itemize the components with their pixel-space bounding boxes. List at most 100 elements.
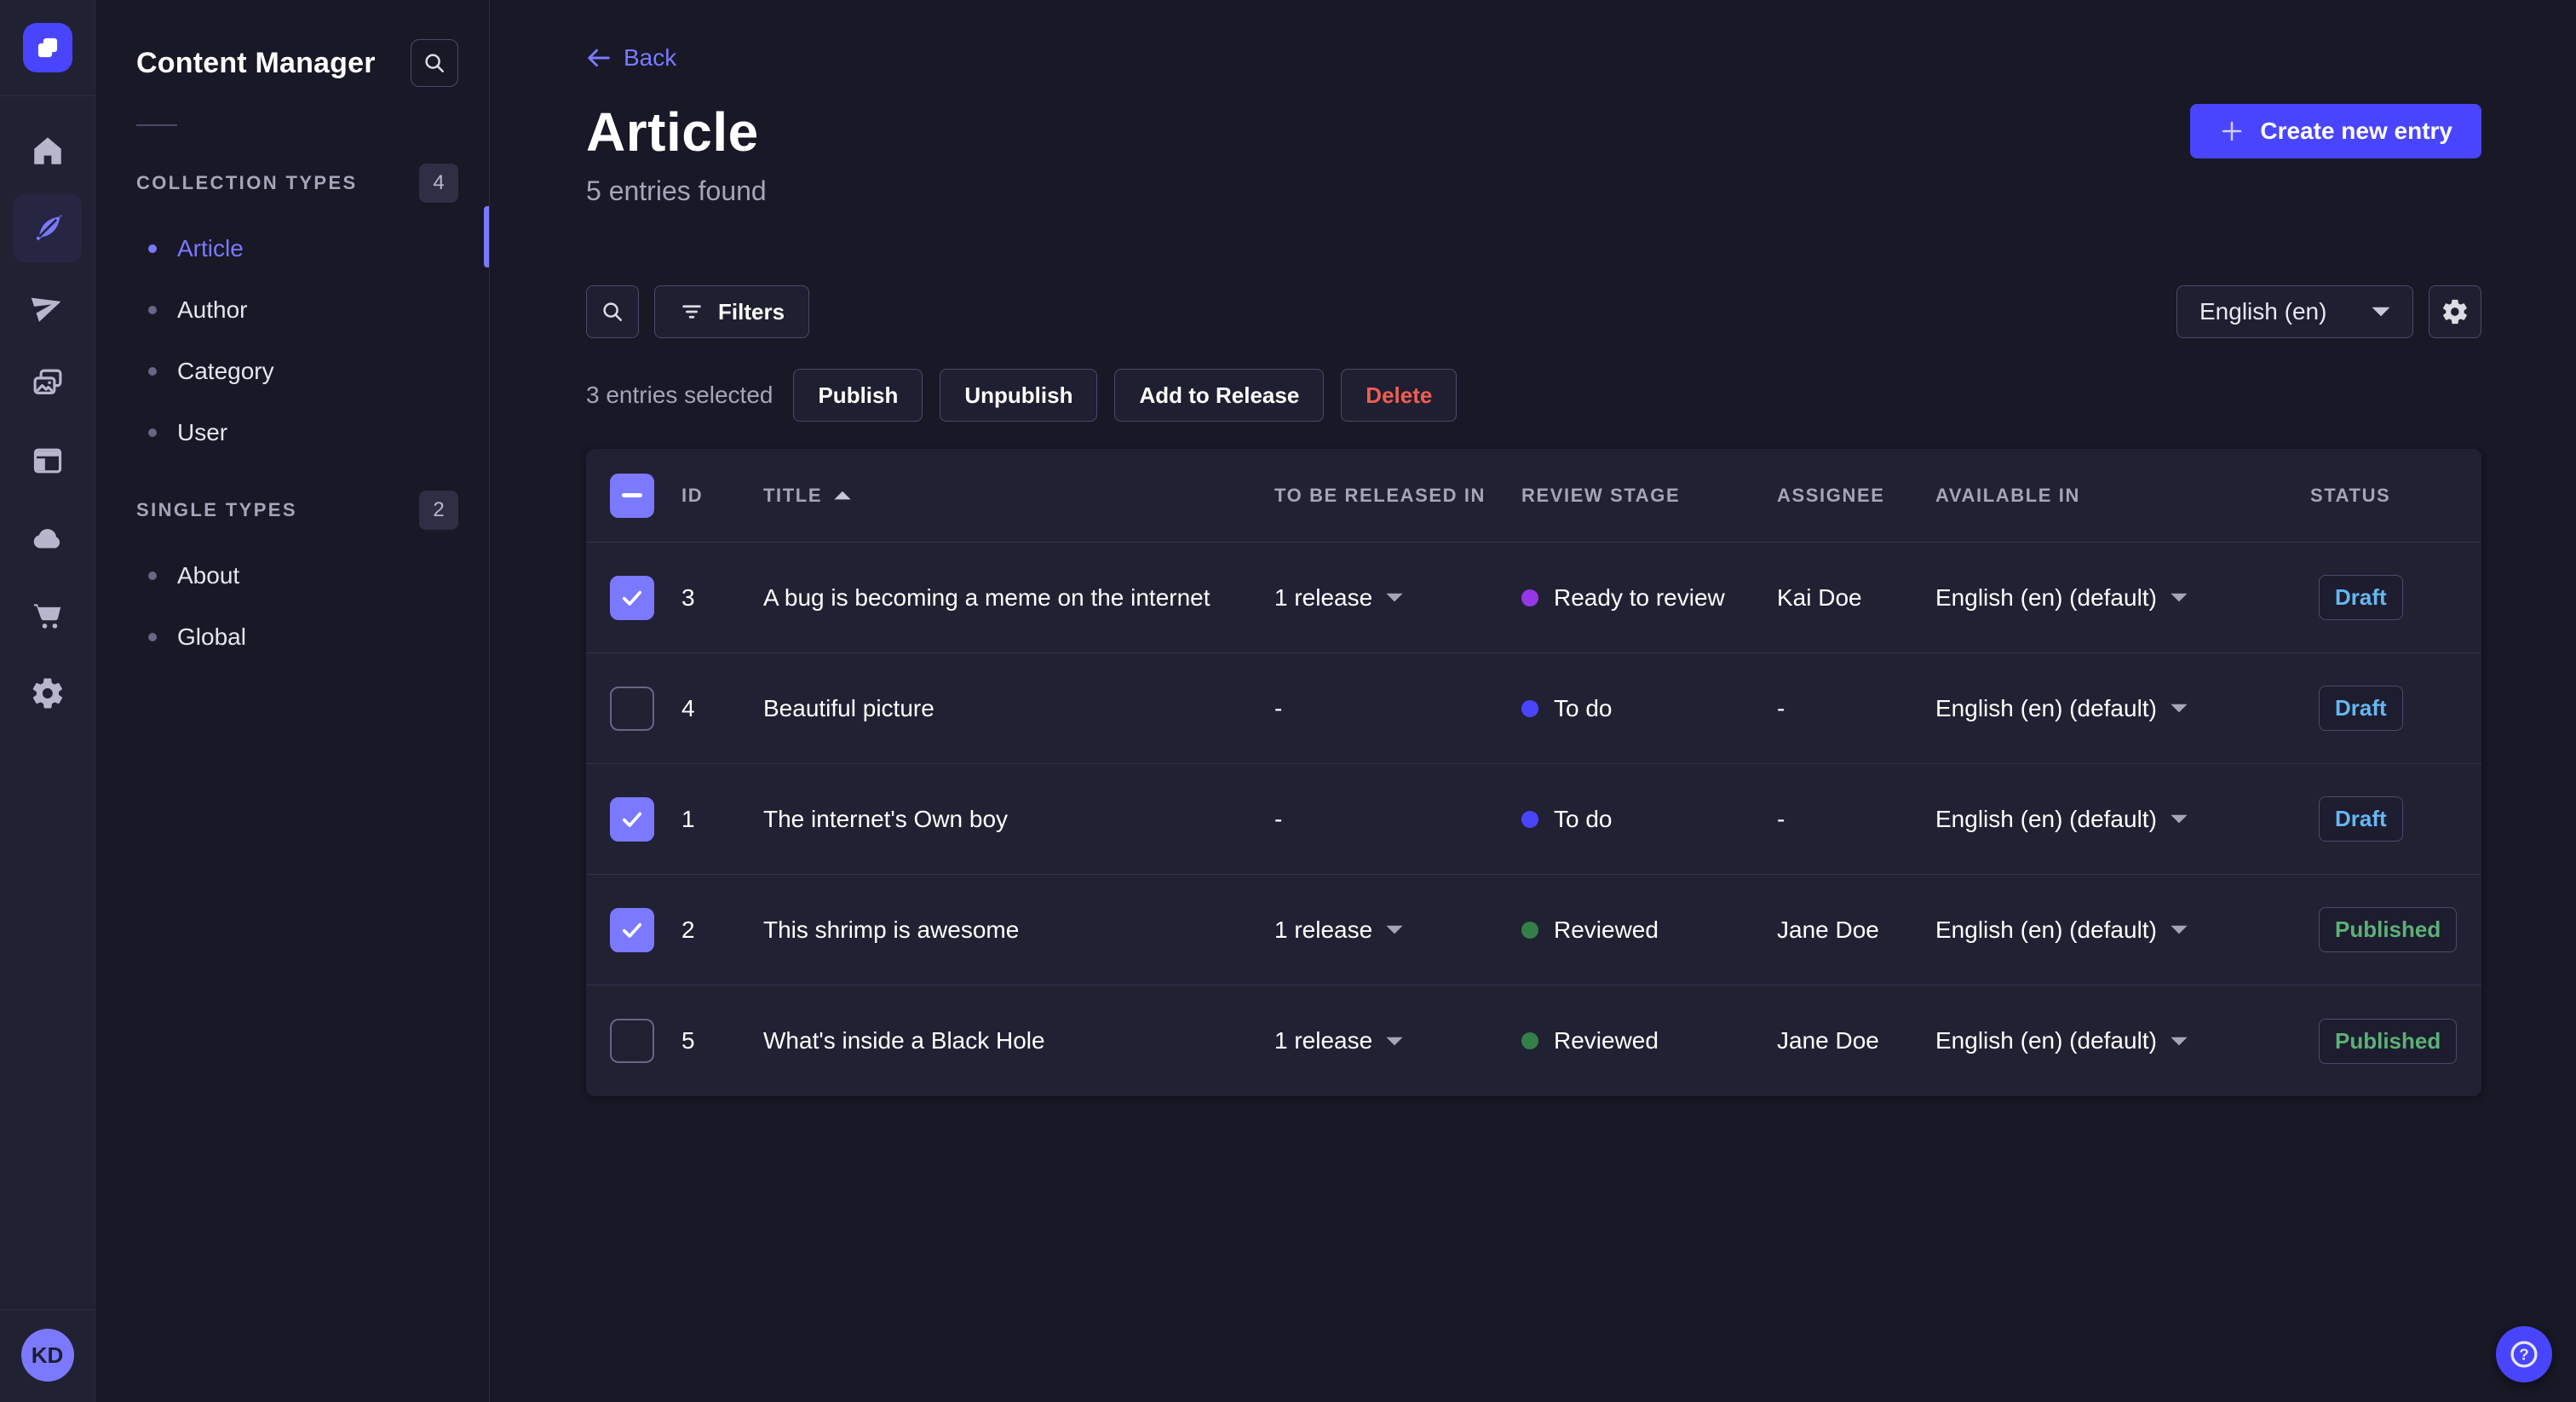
header-title[interactable]: TITLE — [763, 485, 1274, 507]
publish-button[interactable]: Publish — [793, 369, 923, 422]
header-available-in: AVAILABLE IN — [1935, 484, 2080, 506]
nav-cloud[interactable] — [14, 504, 82, 572]
bullet-icon — [148, 572, 157, 580]
check-icon — [622, 922, 642, 938]
cell-available-in[interactable]: English (en) (default) — [1935, 916, 2310, 944]
header-release: TO BE RELEASED IN — [1274, 484, 1486, 506]
subnav-divider — [136, 124, 177, 126]
content-manager-subnav: Content Manager COLLECTION TYPES 4 Artic… — [95, 0, 490, 1402]
cell-assignee: Kai Doe — [1777, 583, 1862, 611]
strapi-logo[interactable] — [22, 23, 72, 72]
status-badge: Draft — [2319, 575, 2403, 620]
app-shell: KD Content Manager COLLECTION TYPES 4 Ar… — [0, 0, 2576, 1402]
cell-status: Published — [2310, 907, 2481, 952]
cell-title: A bug is becoming a meme on the internet — [763, 583, 1210, 611]
table-row: 1 The internet's Own boy - To do - Engli… — [586, 764, 2481, 875]
sidebar-item-global[interactable]: Global — [95, 606, 489, 668]
page-title: Article — [586, 101, 759, 163]
row-checkbox[interactable] — [610, 575, 654, 620]
table-header-row: ID TITLE TO BE RELEASED IN REVIEW STAGE … — [586, 449, 2481, 543]
search-button[interactable] — [586, 285, 639, 338]
cell-assignee: Jane Doe — [1777, 1027, 1879, 1054]
bullet-icon — [148, 633, 157, 641]
cell-title: Beautiful picture — [763, 694, 934, 721]
cell-assignee: Jane Doe — [1777, 916, 1879, 943]
bullet-icon — [148, 367, 157, 376]
nav-media-library[interactable] — [14, 349, 82, 417]
sidebar-item-user[interactable]: User — [95, 402, 489, 463]
filters-button[interactable]: Filters — [654, 285, 810, 338]
stage-dot — [1521, 810, 1538, 828]
add-to-release-button[interactable]: Add to Release — [1114, 369, 1325, 422]
table-body: 3 A bug is becoming a meme on the intern… — [586, 543, 2481, 1096]
cell-available-in[interactable]: English (en) (default) — [1935, 1027, 2310, 1054]
nav-content-type-builder[interactable] — [14, 427, 82, 495]
header-assignee: ASSIGNEE — [1777, 484, 1885, 506]
collection-types-label: COLLECTION TYPES — [136, 172, 358, 193]
subnav-search-button[interactable] — [411, 39, 458, 87]
nav-footer: KD — [0, 1309, 95, 1402]
delete-button[interactable]: Delete — [1341, 369, 1458, 422]
cell-release[interactable]: 1 release — [1274, 916, 1521, 944]
sidebar-item-about[interactable]: About — [95, 545, 489, 606]
help-button[interactable]: ? — [2496, 1326, 2552, 1382]
sidebar-item-author[interactable]: Author — [95, 279, 489, 341]
cell-available-in[interactable]: English (en) (default) — [1935, 806, 2310, 833]
collection-types-section: COLLECTION TYPES 4 Article Author Catego… — [95, 164, 489, 463]
cell-available-in[interactable]: English (en) (default) — [1935, 695, 2310, 722]
sidebar-item-article[interactable]: Article — [95, 218, 489, 279]
nav-marketplace[interactable] — [14, 582, 82, 650]
cell-status: Published — [2310, 1018, 2481, 1064]
back-link[interactable]: Back — [586, 44, 676, 72]
cell-release[interactable]: - — [1274, 695, 1521, 722]
plus-icon — [2222, 121, 2242, 141]
cell-review-stage: Ready to review — [1521, 584, 1777, 612]
content-type-builder-icon — [33, 448, 61, 474]
table-row: 5 What's inside a Black Hole 1 release R… — [586, 985, 2481, 1096]
cell-available-in[interactable]: English (en) (default) — [1935, 584, 2310, 612]
active-item-indicator — [484, 206, 489, 267]
single-types-section: SINGLE TYPES 2 About Global — [95, 491, 489, 668]
nav-releases[interactable] — [14, 272, 82, 340]
row-checkbox[interactable] — [610, 796, 654, 842]
avatar[interactable]: KD — [20, 1329, 74, 1382]
table-row: 3 A bug is becoming a meme on the intern… — [586, 543, 2481, 653]
single-types-count: 2 — [419, 491, 458, 530]
entries-count: 5 entries found — [586, 175, 767, 206]
row-checkbox[interactable] — [610, 686, 654, 731]
chevron-down-icon — [2171, 925, 2188, 934]
chevron-down-icon — [2372, 307, 2390, 317]
selection-count: 3 entries selected — [586, 382, 773, 408]
filter-icon — [682, 305, 701, 319]
cell-release[interactable]: 1 release — [1274, 1027, 1521, 1054]
content-manager-icon — [35, 215, 62, 241]
locale-select[interactable]: English (en) — [2176, 285, 2413, 338]
entries-table: ID TITLE TO BE RELEASED IN REVIEW STAGE … — [586, 449, 2481, 1096]
create-new-entry-button[interactable]: Create new entry — [2190, 104, 2481, 158]
unpublish-button[interactable]: Unpublish — [940, 369, 1098, 422]
cell-review-stage: To do — [1521, 806, 1777, 833]
main-nav: KD — [0, 0, 95, 1402]
cell-release[interactable]: - — [1274, 806, 1521, 833]
cloud-icon — [33, 529, 60, 549]
select-all-checkbox[interactable] — [610, 473, 654, 518]
main-content: Back Article 5 entries found Create new … — [490, 0, 2576, 1402]
arrow-left-icon — [588, 49, 610, 67]
cell-release[interactable]: 1 release — [1274, 584, 1521, 612]
status-badge: Published — [2319, 1018, 2458, 1064]
stage-dot — [1521, 1032, 1538, 1049]
row-checkbox[interactable] — [610, 1019, 654, 1063]
nav-home[interactable] — [14, 117, 82, 185]
cell-review-stage: To do — [1521, 695, 1777, 722]
sidebar-item-category[interactable]: Category — [95, 341, 489, 402]
nav-content-manager[interactable] — [13, 194, 82, 262]
cell-id: 2 — [681, 916, 695, 943]
release-caret — [1386, 1037, 1403, 1045]
table-row: 4 Beautiful picture - To do - English (e… — [586, 653, 2481, 764]
view-settings-button[interactable] — [2429, 285, 2481, 338]
release-caret — [1386, 925, 1403, 934]
cell-title: This shrimp is awesome — [763, 916, 1020, 943]
nav-settings[interactable] — [14, 659, 82, 727]
row-checkbox[interactable] — [610, 907, 654, 952]
cell-assignee: - — [1777, 694, 1785, 721]
